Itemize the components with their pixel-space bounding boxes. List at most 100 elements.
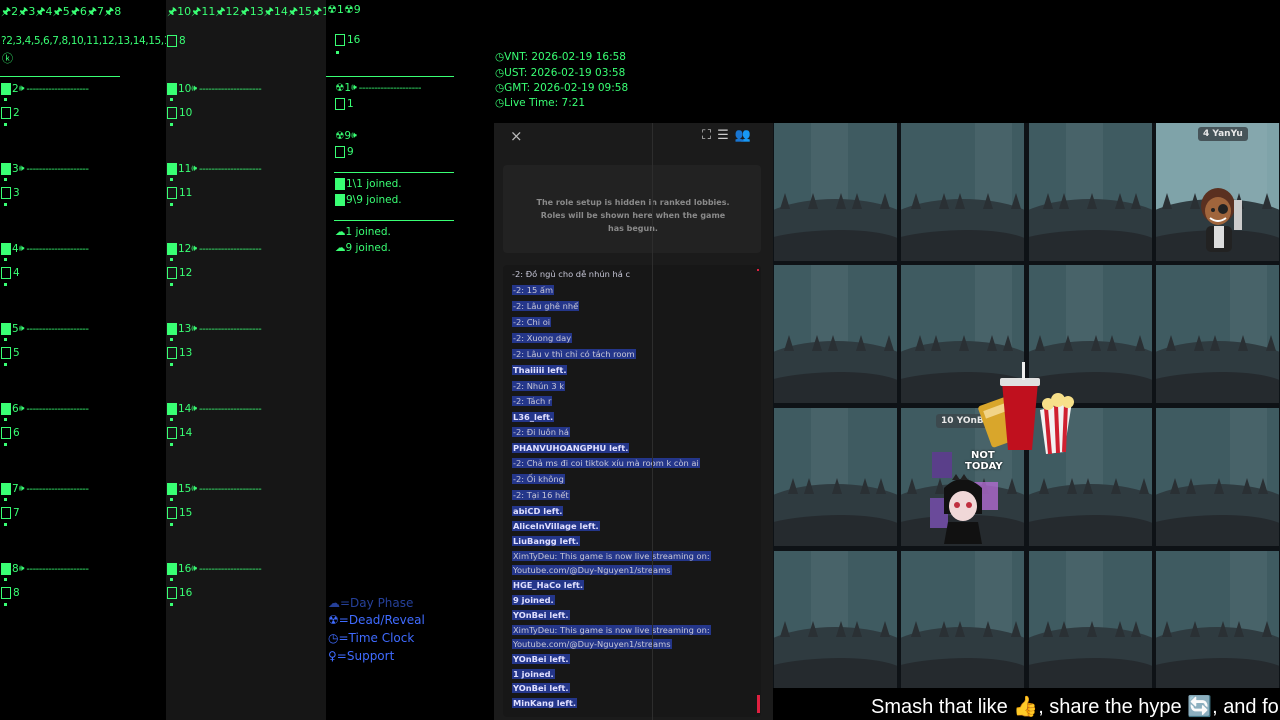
chat-message: YOnBei left. (512, 683, 570, 693)
player-slot: 3 🕪 -------------------- 3 (0, 162, 160, 242)
player-slot: 5 🕪 -------------------- 5 (0, 322, 160, 402)
player-cell[interactable] (1156, 408, 1279, 546)
players-icon[interactable]: 👥 (735, 128, 757, 143)
roles-list-text: 2,3,4,5,6,7,8,10,11,12,13,14,15,16 (6, 35, 177, 47)
player-cell[interactable] (1156, 551, 1279, 689)
checkbox[interactable] (335, 98, 345, 110)
tree (911, 192, 921, 209)
mini-marker (4, 523, 7, 526)
checkbox[interactable] (335, 34, 345, 46)
scroll-indicator[interactable] (757, 695, 760, 713)
joined-text: 9\9 joined. (346, 194, 402, 206)
tree (1131, 620, 1141, 637)
clock-gmt: ◷GMT: 2026-02-19 09:58 (495, 82, 628, 94)
checkbox[interactable] (167, 587, 177, 599)
tree (1210, 334, 1220, 351)
tree (1186, 477, 1196, 494)
mini-marker (4, 178, 7, 181)
tree (784, 334, 794, 351)
mini-marker (170, 338, 173, 341)
player-cell[interactable] (1029, 123, 1152, 261)
checkbox[interactable] (167, 507, 177, 519)
slot-number: 6 (12, 403, 19, 415)
fullscreen-icon[interactable]: ⛶ (702, 128, 717, 143)
chat-message: -2: Đồ ngủ cho dễ nhún há c (512, 269, 631, 279)
player-avatar-4[interactable] (1192, 184, 1248, 260)
checkbox[interactable] (167, 35, 177, 47)
dash-line: -------------------- (26, 403, 89, 415)
slot-column-left: 🖈2🖈3🖈4🖈5🖈6🖈7🖈8 ?2,3,4,5,6,7,8,10,11,12,1… (0, 0, 177, 720)
tree (1262, 192, 1272, 209)
slot-number: 8 (12, 563, 19, 575)
tree (780, 620, 790, 637)
skull-icon: ☢ (335, 130, 345, 142)
day-phase-icon: ☁ (328, 596, 340, 610)
checkbox[interactable] (1, 187, 11, 199)
checkbox[interactable] (1, 267, 11, 279)
chat-message: -2: Chi oi (512, 317, 552, 327)
checkbox[interactable] (167, 427, 177, 439)
chat-log[interactable]: -2: Đồ ngủ cho dễ nhún há c -2: 15 ấm -2: … (503, 265, 761, 717)
chat-message: Youtube.com/@Duy-Nguyen1/streams (512, 639, 672, 649)
player-slot: 14 🕪 -------------------- 14 (166, 402, 326, 482)
legend-label: =Time Clock (338, 631, 415, 645)
checkbox[interactable] (1, 347, 11, 359)
slot-sub-number: 13 (179, 347, 193, 359)
mini-marker (4, 498, 7, 501)
tree (1242, 477, 1252, 494)
tree (939, 192, 949, 209)
checkbox[interactable] (167, 347, 177, 359)
tree (780, 192, 790, 209)
slot-sub-number: 8 (13, 587, 20, 599)
checkbox[interactable] (1, 107, 11, 119)
checkbox[interactable] (167, 187, 177, 199)
slot-column-middle: 🖈10🖈11🖈12🖈13🖈14🖈15🖈1 8 10 🕪 --------------… (166, 0, 329, 720)
player-cell[interactable] (774, 123, 897, 261)
player-cell[interactable] (1029, 551, 1152, 689)
player-cell[interactable] (1156, 265, 1279, 403)
dash-line: -------------------- (199, 83, 262, 95)
slot-sub-number: 16 (179, 587, 193, 599)
tree (1039, 477, 1049, 494)
player-slot: 13 🕪 -------------------- 13 (166, 322, 326, 402)
checkbox[interactable] (1, 587, 11, 599)
close-icon[interactable]: × (510, 127, 523, 145)
legend-support: ♀=Support (328, 649, 394, 663)
tree (1059, 192, 1069, 209)
checkbox[interactable] (335, 146, 345, 158)
tree (1083, 477, 1093, 494)
player-slot: 8 🕪 -------------------- 8 (0, 562, 160, 642)
mini-marker (4, 98, 7, 101)
checkbox[interactable] (167, 267, 177, 279)
slot-number: 16 (178, 563, 192, 575)
list-icon[interactable]: ☰ (717, 128, 735, 143)
player-cell[interactable] (774, 551, 897, 689)
chat-message: Youtube.com/@Duy-Nguyen1/streams (512, 565, 672, 575)
slot-number: 9 (347, 146, 354, 158)
player-cell[interactable] (901, 123, 1024, 261)
checkbox[interactable] (167, 107, 177, 119)
player-cell[interactable] (774, 408, 897, 546)
player-slot: 15 🕪 -------------------- 15 (166, 482, 326, 562)
tree (836, 620, 846, 637)
player-slot: 12 🕪 -------------------- 12 (166, 242, 326, 322)
tree (1003, 334, 1013, 351)
clock-text: VNT: 2026-02-19 16:58 (504, 51, 626, 63)
clock-icon: ◷ (495, 67, 505, 79)
tree (1194, 334, 1204, 351)
slot-sub-number: 6 (13, 427, 20, 439)
dash-line: -------------------- (26, 243, 89, 255)
speaker-icon: 🕪 (18, 404, 25, 414)
checkbox[interactable] (1, 507, 11, 519)
alive-marker (167, 563, 177, 575)
slot-number: 12 (178, 243, 192, 255)
mini-marker (170, 98, 173, 101)
speaker-icon: 🕪 (18, 244, 25, 254)
tree (1139, 477, 1149, 494)
sticker-line-2: TODAY (965, 461, 1003, 472)
tree (1087, 192, 1097, 209)
checkbox[interactable] (1, 427, 11, 439)
player-cell[interactable] (901, 551, 1024, 689)
player-cell[interactable] (774, 265, 897, 403)
divider (334, 172, 454, 173)
